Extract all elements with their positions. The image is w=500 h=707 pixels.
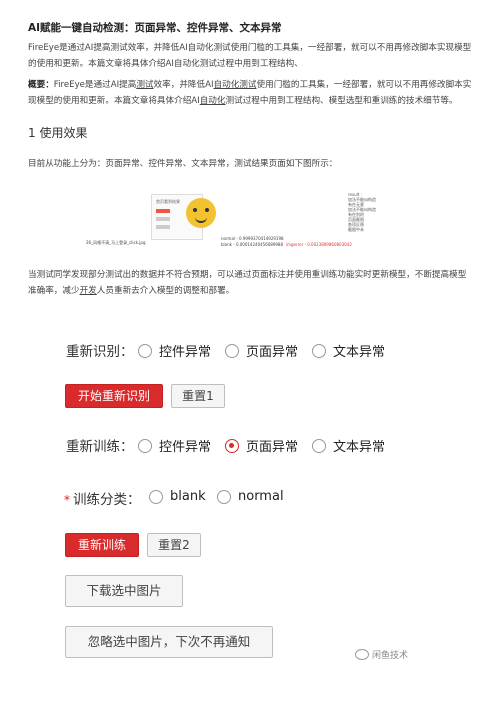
wechat-source-label: 闲鱼技术 bbox=[371, 651, 408, 661]
radio-icon[interactable] bbox=[217, 489, 231, 504]
emoji-face-icon bbox=[186, 198, 216, 228]
reidentify-option-text-label: 文本异常 bbox=[333, 345, 386, 360]
summary-link-automation[interactable]: 自动化 bbox=[200, 96, 226, 106]
retrain-option-page-label: 页面异常 bbox=[246, 440, 299, 455]
figure-thumb-bar bbox=[156, 217, 170, 221]
summary-text-2: 效率，并降低AI bbox=[153, 80, 214, 90]
summary-link-automation-test[interactable]: 自动化测试 bbox=[214, 80, 257, 90]
download-selected-button[interactable]: 下载选中图片 bbox=[65, 575, 183, 607]
reidentify-label: 重新识别： bbox=[66, 344, 134, 360]
figure-thumb-header: 首页看到结果 bbox=[156, 199, 180, 204]
reidentify-option-widget-label: 控件异常 bbox=[159, 345, 212, 360]
retrain-option-widget[interactable]: 控件异常 bbox=[138, 436, 211, 455]
class-option-blank[interactable]: blank bbox=[149, 489, 206, 504]
required-mark: * bbox=[64, 493, 70, 507]
radio-icon[interactable] bbox=[138, 343, 152, 358]
article-title: AI赋能一键自动检测：页面异常、控件异常、文本异常 bbox=[28, 22, 282, 34]
figure-blank-score: blank - 0.00014240456089988 bbox=[221, 242, 284, 247]
retrain-text-2: 人员重新去介入模型的调整和部署。 bbox=[96, 286, 235, 296]
class-option-normal[interactable]: normal bbox=[217, 489, 284, 504]
summary-paragraph: 概要：FireEye是通过AI提高测试效率，并降低AI自动化测试使用门槛的工具集… bbox=[28, 77, 472, 109]
figure-result-list: result : 加法不能纠构造 有在无意 加法不能纠构造 有在别的 页面截图 … bbox=[348, 192, 418, 244]
ignore-selected-button[interactable]: 忽略选中图片，下次不再通知 bbox=[65, 626, 273, 658]
reidentify-option-widget[interactable]: 控件异常 bbox=[138, 341, 211, 360]
figure-filename: 26_风格不清_马上登录_click.jpg bbox=[86, 240, 146, 245]
class-label: 训练分类： bbox=[73, 492, 141, 508]
wechat-source: 闲鱼技术 bbox=[354, 648, 408, 661]
summary-link-test[interactable]: 测试 bbox=[136, 80, 153, 90]
class-option-normal-label: normal bbox=[238, 489, 284, 504]
reset2-button[interactable]: 重置2 bbox=[147, 533, 201, 557]
retrain-label: 重新训练： bbox=[66, 439, 134, 455]
radio-icon[interactable] bbox=[149, 489, 163, 504]
radio-icon[interactable] bbox=[312, 438, 326, 453]
reset1-button[interactable]: 重置1 bbox=[171, 384, 225, 408]
wechat-icon bbox=[354, 649, 369, 660]
retrain-option-widget-label: 控件异常 bbox=[159, 440, 212, 455]
radio-icon[interactable] bbox=[312, 343, 326, 358]
retrain-option-page[interactable]: 页面异常 bbox=[225, 436, 298, 455]
figure-result-item: 截图中未 bbox=[348, 227, 364, 232]
functions-paragraph: 目前从功能上分为：页面异常、控件异常、文本异常，测试结果页面如下图所示： bbox=[28, 159, 338, 169]
figure-thumb-bar bbox=[156, 209, 170, 213]
radio-icon[interactable] bbox=[138, 438, 152, 453]
figure-error-score: imgerror - 0.0023809860803042 bbox=[286, 242, 352, 247]
class-option-blank-label: blank bbox=[170, 489, 206, 504]
retrain-paragraph: 当测试同学发现部分测试出的数据并不符合预期，可以通过页面标注并使用重训练功能实时… bbox=[28, 267, 472, 299]
start-reidentify-button[interactable]: 开始重新识别 bbox=[65, 384, 163, 408]
retrain-option-text[interactable]: 文本异常 bbox=[312, 436, 385, 455]
retrain-option-text-label: 文本异常 bbox=[333, 440, 386, 455]
intro-paragraph: FireEye是通过AI提高测试效率，并降低AI自动化测试使用门槛的工具集，一经… bbox=[28, 43, 472, 69]
summary-text-4: 测试过程中用到工程结构、模型选型和重训练的技术细节等。 bbox=[225, 96, 458, 106]
figure-thumb-bar bbox=[156, 225, 170, 229]
figure-normal-score: normal - 0.9999370414929198 bbox=[221, 236, 284, 241]
reidentify-option-page[interactable]: 页面异常 bbox=[225, 341, 298, 360]
result-screenshot: 首页看到结果 26_风格不清_马上登录_click.jpg normal - 0… bbox=[76, 188, 376, 248]
summary-text-1: FireEye是通过AI提高 bbox=[53, 80, 137, 90]
section-heading: 1 使用效果 bbox=[28, 126, 88, 140]
retrain-button[interactable]: 重新训练 bbox=[65, 533, 139, 557]
retrain-link-dev[interactable]: 开发 bbox=[80, 286, 97, 296]
reidentify-option-page-label: 页面异常 bbox=[246, 345, 299, 360]
reidentify-option-text[interactable]: 文本异常 bbox=[312, 341, 385, 360]
class-label-row: * 训练分类： bbox=[64, 488, 141, 508]
summary-label: 概要： bbox=[28, 80, 54, 90]
radio-icon[interactable] bbox=[225, 343, 239, 358]
radio-selected-icon[interactable] bbox=[225, 438, 239, 453]
